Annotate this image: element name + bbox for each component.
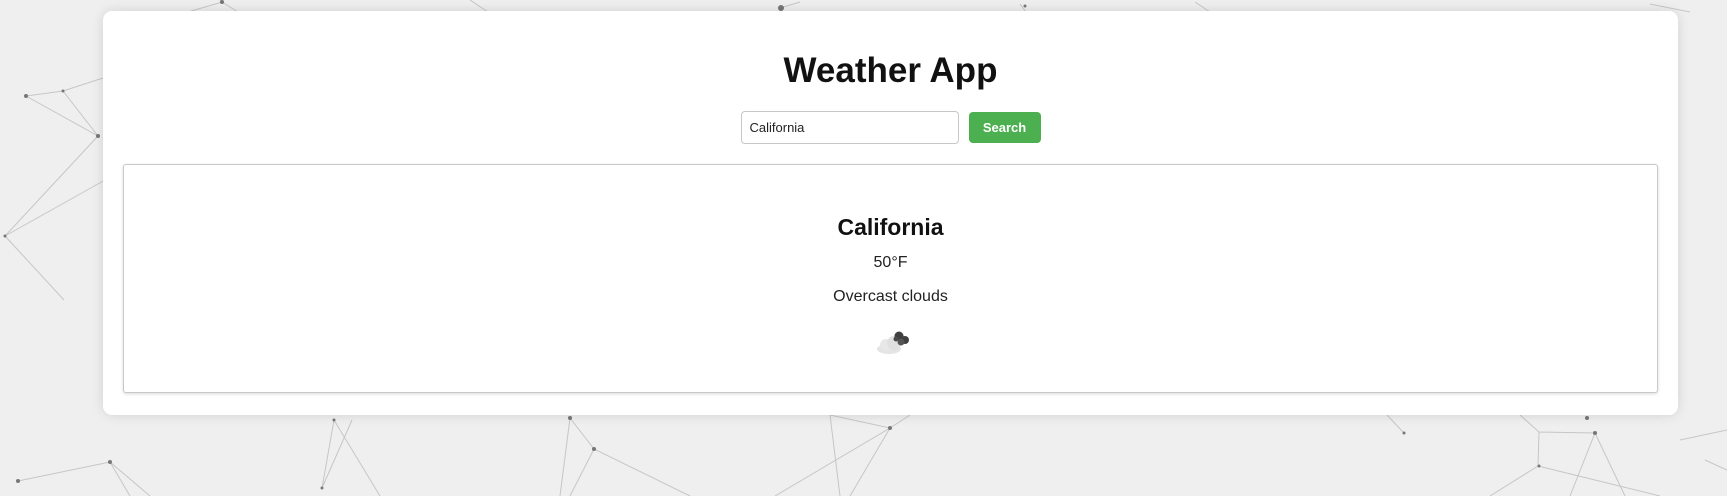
overcast-clouds-icon: [877, 331, 909, 354]
temperature-value: 50°F: [873, 254, 908, 271]
search-bar: Search: [103, 111, 1678, 144]
weather-result-panel: California 50°F Overcast clouds: [123, 164, 1658, 393]
page-title: Weather App: [783, 51, 998, 90]
city-search-input[interactable]: [740, 111, 959, 144]
weather-description: Overcast clouds: [833, 288, 948, 305]
search-button[interactable]: Search: [968, 112, 1041, 143]
city-name: California: [837, 214, 944, 240]
weather-card: Weather App Search California 50°F Overc…: [103, 11, 1678, 415]
